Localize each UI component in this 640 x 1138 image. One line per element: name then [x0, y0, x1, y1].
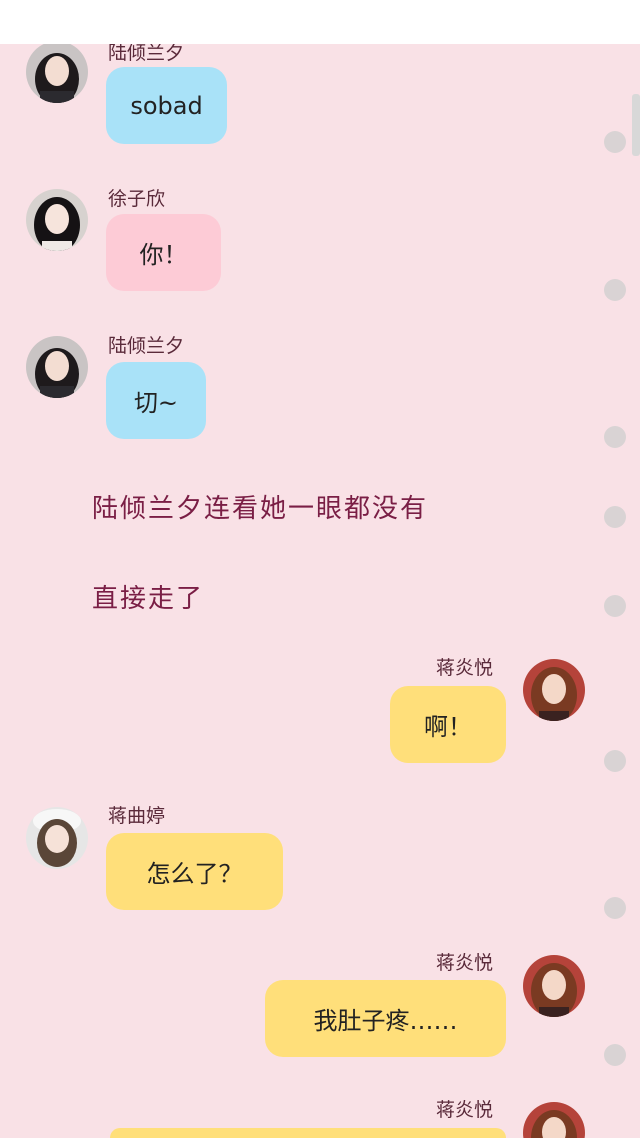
avatar[interactable] — [26, 189, 88, 251]
message-bubble[interactable]: 你！ — [106, 214, 221, 291]
narration-text: 陆倾兰夕连看她一眼都没有 — [92, 494, 429, 524]
sender-name: 蒋曲婷 — [108, 805, 166, 827]
message-bubble[interactable]: sobad — [106, 67, 227, 144]
message-bubble[interactable]: 啊！ — [390, 686, 506, 763]
timeline-dot — [604, 750, 626, 772]
timeline-dot — [604, 595, 626, 617]
avatar[interactable] — [523, 1102, 585, 1138]
sender-name: 蒋炎悦 — [436, 657, 494, 679]
sender-name: 蒋炎悦 — [436, 1099, 494, 1121]
timeline-dot — [604, 897, 626, 919]
timeline-dot — [604, 131, 626, 153]
message-bubble[interactable]: 我肚子疼…… — [265, 980, 506, 1057]
sender-name: 陆倾兰夕 — [108, 335, 185, 357]
sender-name: 陆倾兰夕 — [108, 44, 185, 64]
timeline-dot — [604, 506, 626, 528]
scrollbar[interactable] — [632, 94, 640, 156]
message-bubble[interactable] — [110, 1128, 506, 1138]
narration-text: 直接走了 — [92, 584, 205, 614]
avatar[interactable] — [523, 955, 585, 1017]
avatar[interactable] — [26, 44, 88, 103]
avatar[interactable] — [26, 336, 88, 398]
message-bubble[interactable]: 切~ — [106, 362, 206, 439]
chat-area[interactable]: 陆倾兰夕 sobad 徐子欣 你！ 陆倾兰夕 切~ 陆倾兰夕连看她一眼都没有 直… — [0, 44, 640, 1138]
timeline-dot — [604, 279, 626, 301]
avatar[interactable] — [523, 659, 585, 721]
sender-name: 徐子欣 — [108, 188, 166, 210]
avatar[interactable] — [26, 807, 88, 869]
sender-name: 蒋炎悦 — [436, 952, 494, 974]
top-status-bar — [0, 0, 640, 44]
message-bubble[interactable]: 怎么了？ — [106, 833, 283, 910]
timeline-dot — [604, 426, 626, 448]
timeline-dot — [604, 1044, 626, 1066]
